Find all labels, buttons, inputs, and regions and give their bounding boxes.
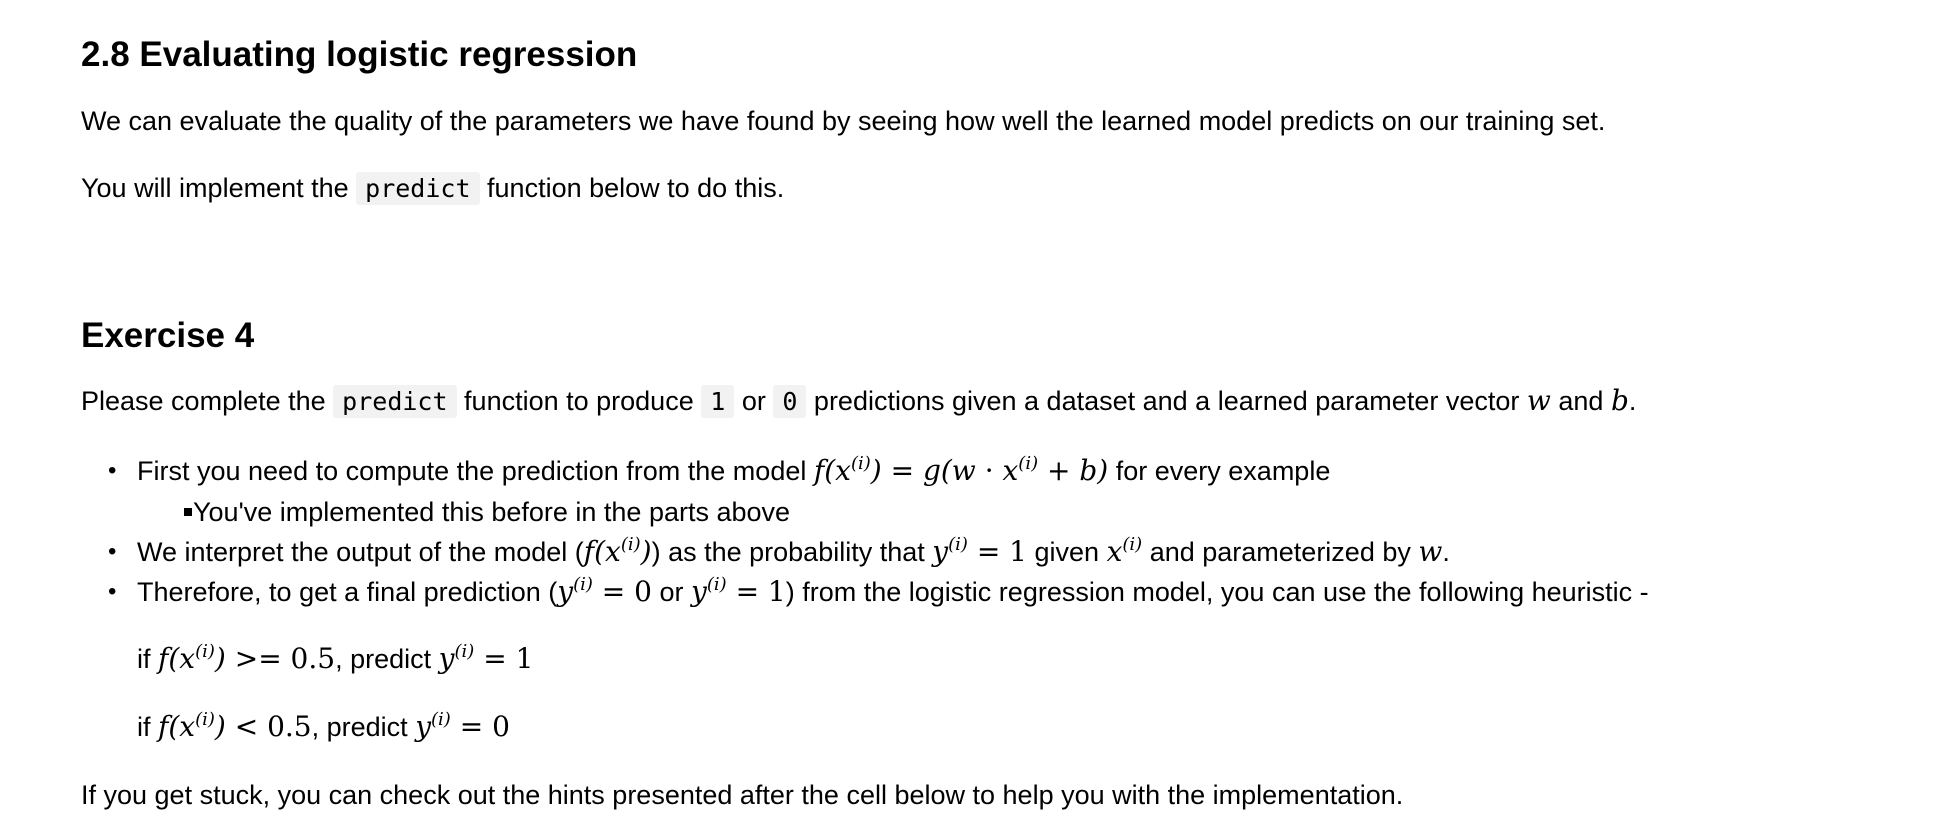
bullet-dot: • (108, 578, 117, 605)
desc-text: Please complete the (81, 386, 326, 416)
implement-paragraph: You will implement the predict function … (81, 171, 784, 206)
math-w: w (1526, 384, 1551, 417)
bullet-text-pre: We interpret the output of the model ( (137, 537, 584, 567)
bullet-text: First you need to compute the prediction… (137, 454, 1330, 488)
bullet-text-post: and parameterized by (1149, 537, 1411, 567)
bullet-text-pre: First you need to compute the prediction… (137, 456, 807, 486)
math-y-equals-one: y(i) = 1 (932, 534, 1027, 568)
bullet-text-mid: given (1034, 537, 1100, 567)
bullet-dot: • (108, 538, 117, 565)
math-condition-rhs: y(i) = 1 (438, 641, 534, 675)
math-y-equals-zero: y(i) = 0 (557, 574, 652, 608)
bullet-dot: • (108, 457, 117, 484)
desc-text: and (1558, 386, 1604, 416)
condition-predict: , predict (335, 644, 432, 674)
bullet-text: We interpret the output of the model (f(… (137, 535, 1450, 569)
desc-text: or (741, 386, 766, 416)
bullet-text-post: for every example (1115, 456, 1331, 486)
math-model-equation: f(x(i)) = g(w · x(i) + b) (813, 453, 1109, 487)
section-heading: 2.8 Evaluating logistic regression (81, 35, 638, 74)
math-b: b (1610, 384, 1629, 417)
bullet-text: Therefore, to get a final prediction (y(… (137, 575, 1649, 609)
exercise-heading: Exercise 4 (81, 316, 255, 355)
math-condition-rhs: y(i) = 0 (415, 709, 510, 743)
math-f-of-x: f(x(i)) (583, 534, 652, 568)
bullet-text-pre: Therefore, to get a final prediction ( (137, 577, 558, 607)
math-w: w (1418, 535, 1443, 568)
condition-if: if (137, 712, 151, 742)
desc-text: function to produce (464, 386, 694, 416)
implement-text-pre: You will implement the (81, 173, 349, 203)
sub-bullet-text: You've implemented this before in the pa… (193, 497, 791, 527)
math-condition-lhs: f(x(i)) < 0.5 (158, 709, 312, 743)
desc-text: predictions given a dataset and a learne… (813, 386, 1520, 416)
condition-if: if (137, 644, 151, 674)
inline-code-predict: predict (333, 385, 457, 418)
bullet-text-end: . (1442, 537, 1450, 567)
math-condition-lhs: f(x(i)) >= 0.5 (158, 641, 336, 675)
exercise-description: Please complete the predict function to … (81, 384, 1636, 419)
condition-predict-zero: if f(x(i)) < 0.5, predict y(i) = 0 (137, 710, 510, 744)
bullet-text-post: ) from the logistic regression model, yo… (785, 577, 1649, 607)
implement-text-post: function below to do this. (487, 173, 785, 203)
intro-paragraph: We can evaluate the quality of the param… (81, 106, 1606, 136)
math-x-i: x(i) (1106, 534, 1143, 568)
condition-predict: , predict (311, 712, 408, 742)
bullet-text-mid: ) as the probability that (651, 537, 925, 567)
hint-paragraph: If you get stuck, you can check out the … (81, 780, 1404, 810)
inline-code-one: 1 (701, 385, 735, 418)
condition-predict-one: if f(x(i)) >= 0.5, predict y(i) = 1 (137, 642, 533, 676)
inline-code-zero: 0 (773, 385, 807, 418)
square-bullet (184, 508, 192, 516)
math-y-equals-one: y(i) = 1 (691, 574, 786, 608)
desc-text: . (1628, 386, 1637, 416)
inline-code-predict: predict (356, 172, 480, 205)
bullet-text-mid: or (659, 577, 684, 607)
